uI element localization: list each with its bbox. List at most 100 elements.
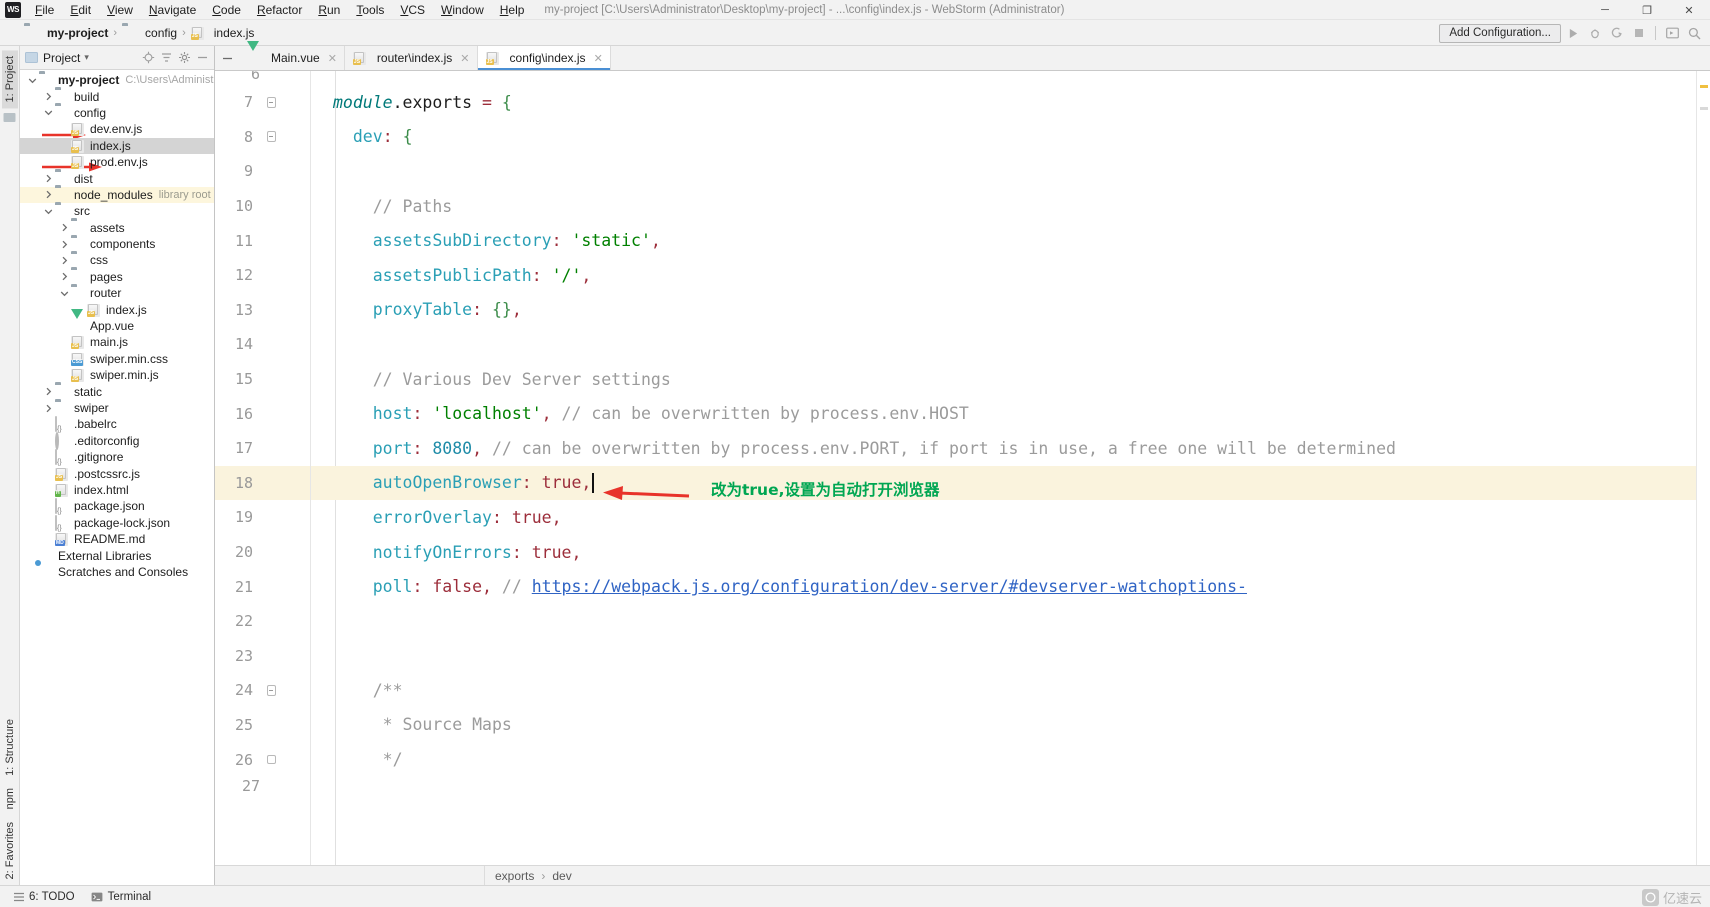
chevron-right-icon[interactable] — [58, 238, 71, 251]
stop-icon[interactable] — [1629, 23, 1649, 43]
hide-panel-icon[interactable] — [195, 50, 210, 65]
sidebar-tab-npm[interactable]: npm — [2, 782, 18, 815]
close-tab-icon[interactable]: ✕ — [328, 52, 337, 65]
tree-node-dev-env-js[interactable]: JS dev.env.js — [20, 121, 214, 137]
gutter-row-18[interactable]: 18 — [215, 465, 310, 501]
tree-node-readme-md[interactable]: MD README.md — [20, 531, 214, 547]
close-tab-icon[interactable]: ✕ — [460, 52, 469, 65]
close-tab-icon[interactable]: ✕ — [594, 52, 603, 65]
code-breadcrumb-item-dev[interactable]: dev — [552, 869, 571, 883]
sidebar-tab-project[interactable]: 1: Project — [1, 50, 18, 109]
gutter-row-10[interactable]: 10 — [215, 189, 310, 224]
code-breadcrumb-item-exports[interactable]: exports — [495, 869, 534, 883]
tree-node-swiper[interactable]: swiper — [20, 400, 214, 416]
chevron-right-icon[interactable] — [58, 254, 71, 267]
chevron-right-icon[interactable] — [58, 270, 71, 283]
chevron-down-icon[interactable] — [42, 205, 55, 218]
code-line-10[interactable]: // Paths — [311, 189, 1696, 224]
code-line-26[interactable]: */ — [311, 742, 1696, 777]
code-line-24[interactable]: /** — [311, 673, 1696, 708]
chevron-down-icon[interactable] — [42, 106, 55, 119]
gutter-row-12[interactable]: 12 — [215, 258, 310, 293]
chevron-right-icon[interactable] — [42, 90, 55, 103]
tree-node-src[interactable]: src — [20, 203, 214, 219]
gutter-row-23[interactable]: 23 — [215, 639, 310, 674]
sidebar-tab-structure[interactable]: 1: Structure — [2, 713, 18, 782]
chevron-right-icon[interactable] — [42, 188, 55, 201]
breadcrumb-item-config[interactable]: config — [122, 26, 177, 40]
gutter-row-21[interactable]: 21 — [215, 569, 310, 604]
tree-node--postcssrc-js[interactable]: JS .postcssrc.js — [20, 465, 214, 481]
tree-node-components[interactable]: components — [20, 236, 214, 252]
collapse-all-icon[interactable] — [159, 50, 174, 65]
project-window-icon[interactable] — [3, 111, 16, 124]
collapse-tabs-icon[interactable] — [215, 46, 239, 70]
gutter-row-7[interactable]: 7 — [215, 85, 310, 120]
tree-node-index-html[interactable]: Hindex.html — [20, 482, 214, 498]
code-line-21[interactable]: poll: false, // https://webpack.js.org/c… — [311, 569, 1696, 604]
code-line-19[interactable]: errorOverlay: true, — [311, 500, 1696, 535]
tree-node--gitignore[interactable]: .gitignore — [20, 449, 214, 466]
add-configuration-button[interactable]: Add Configuration... — [1439, 23, 1561, 43]
chevron-down-icon[interactable] — [26, 74, 39, 87]
tree-node-swiper-min-css[interactable]: CSS swiper.min.css — [20, 351, 214, 367]
chevron-down-icon[interactable] — [58, 287, 71, 300]
breadcrumb-item-my-project[interactable]: my-project — [24, 26, 108, 40]
gutter-row-14[interactable]: 14 — [215, 327, 310, 362]
gutter-row-25[interactable]: 25 — [215, 708, 310, 743]
code-line-18[interactable]: autoOpenBrowser: true, — [311, 465, 1696, 501]
close-button[interactable]: ✕ — [1668, 0, 1710, 20]
code-line-8[interactable]: dev: { — [311, 120, 1696, 155]
gutter-row-15[interactable]: 15 — [215, 362, 310, 397]
editor-tab-config-index-js[interactable]: JS config\index.js ✕ — [477, 46, 611, 70]
chevron-right-icon[interactable] — [42, 385, 55, 398]
status-item-todo[interactable]: 6: TODO — [4, 890, 83, 903]
tree-node--babelrc[interactable]: .babelrc — [20, 416, 214, 433]
menu-item-help[interactable]: Help — [492, 1, 533, 19]
breadcrumb-item-index-js[interactable]: JS index.js — [190, 26, 254, 40]
maximize-button[interactable]: ❐ — [1626, 0, 1668, 20]
tree-node-index-js[interactable]: JS index.js — [20, 301, 214, 317]
menu-item-code[interactable]: Code — [204, 1, 249, 19]
tree-node-swiper-min-js[interactable]: JS swiper.min.js — [20, 367, 214, 383]
code-line-25[interactable]: * Source Maps — [311, 708, 1696, 743]
tree-node-assets[interactable]: assets — [20, 220, 214, 236]
tree-node-dist[interactable]: dist — [20, 170, 214, 186]
code-line-17[interactable]: port: 8080, // can be overwritten by pro… — [311, 431, 1696, 466]
editor-gutter[interactable]: 6 7 8 9 10 11 12 13 14 15 16 17 18 19 20 21 22 23 24 25 26 27 — [215, 71, 311, 865]
minimize-button[interactable]: ─ — [1584, 0, 1626, 20]
code-breadcrumb[interactable]: exports › dev — [485, 869, 572, 883]
chevron-right-icon[interactable] — [42, 402, 55, 415]
code-canvas[interactable]: module. exports = { dev: { // Paths asset… — [311, 71, 1696, 865]
tree-node-prod-env-js[interactable]: JS prod.env.js — [20, 154, 214, 170]
gutter-row-9[interactable]: 9 — [215, 154, 310, 189]
gutter-row-22[interactable]: 22 — [215, 604, 310, 639]
code-line-16[interactable]: host: 'localhost', // can be overwritten… — [311, 396, 1696, 431]
menu-item-tools[interactable]: Tools — [348, 1, 392, 19]
gutter-row-11[interactable]: 11 — [215, 223, 310, 258]
search-icon[interactable] — [1684, 23, 1704, 43]
fold-marker-icon[interactable] — [261, 684, 281, 696]
code-line-20[interactable]: notifyOnErrors: true, — [311, 535, 1696, 570]
code-line-9[interactable] — [311, 154, 1696, 189]
project-tree[interactable]: my-project C:\Users\Administrato buildconf… — [20, 70, 214, 885]
code-link[interactable]: https://webpack.js.org/configuration/dev… — [532, 577, 1247, 596]
menu-item-vcs[interactable]: VCS — [392, 1, 433, 19]
gutter-row-19[interactable]: 19 — [215, 500, 310, 535]
chevron-right-icon[interactable] — [58, 221, 71, 234]
tree-node-css[interactable]: css — [20, 252, 214, 268]
run-icon[interactable] — [1563, 23, 1583, 43]
code-line-7[interactable]: module. exports = { — [311, 85, 1696, 120]
menu-item-refactor[interactable]: Refactor — [249, 1, 310, 19]
tree-node-build[interactable]: build — [20, 88, 214, 104]
tree-node-node_modules[interactable]: node_modules library root — [20, 186, 214, 204]
gutter-row-26[interactable]: 26 — [215, 742, 310, 777]
status-item-terminal[interactable]: Terminal — [83, 890, 159, 903]
chevron-right-icon[interactable] — [42, 172, 55, 185]
fold-marker-icon[interactable] — [261, 131, 281, 143]
code-line-11[interactable]: assetsSubDirectory: 'static', — [311, 223, 1696, 258]
settings-gear-icon[interactable] — [177, 50, 192, 65]
tree-node-app-vue[interactable]: App.vue — [20, 309, 214, 334]
tree-node-package-lock-json[interactable]: package-lock.json — [20, 514, 214, 531]
sidebar-tab-favorites[interactable]: 2: Favorites — [2, 816, 18, 885]
